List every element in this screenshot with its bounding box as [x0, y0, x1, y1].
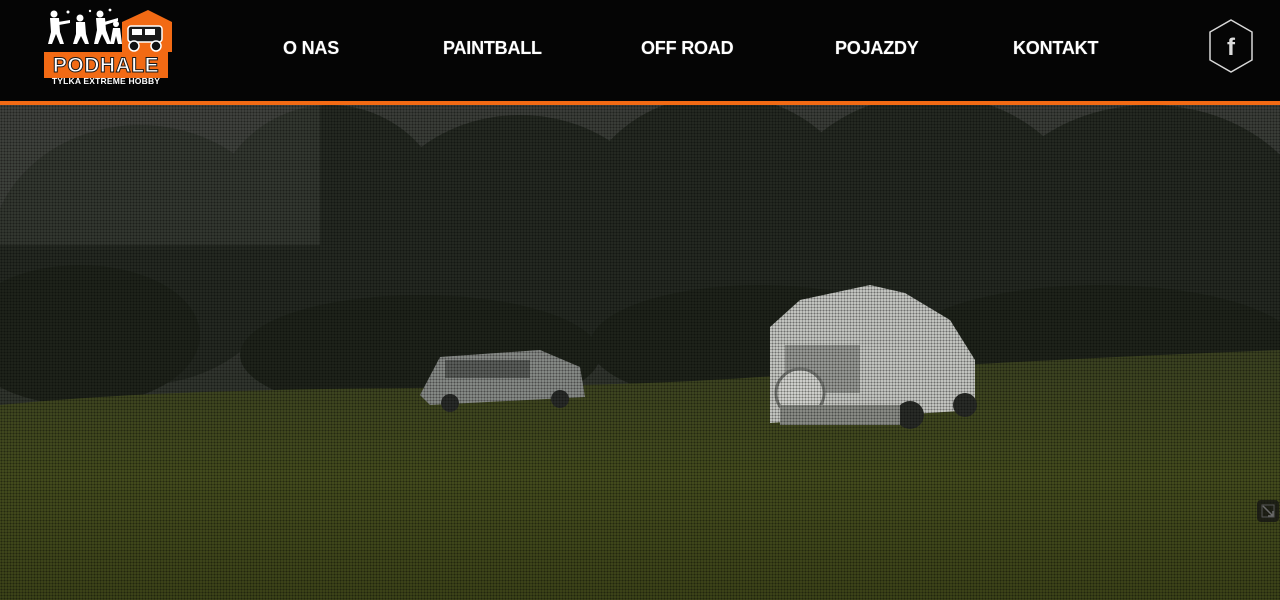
expand-button[interactable] [1257, 500, 1279, 522]
hero-video [0, 105, 1280, 600]
nav-item-pojazdy[interactable]: POJAZDY [835, 38, 919, 59]
nav-item-off-road[interactable]: OFF ROAD [641, 38, 734, 59]
nav-item-kontakt[interactable]: KONTAKT [1013, 38, 1098, 59]
site-header: PODHALE TYLKA EXTREME HOBBY O NAS PAINTB… [0, 0, 1280, 102]
nav-item-o-nas[interactable]: O NAS [283, 38, 339, 59]
logo-tagline: TYLKA EXTREME HOBBY [52, 76, 160, 86]
facebook-icon: f [1227, 34, 1236, 61]
hero-scene-image [0, 105, 1280, 600]
main-nav: O NAS PAINTBALL OFF ROAD POJAZDY KONTAKT [0, 38, 1280, 62]
nav-item-paintball[interactable]: PAINTBALL [443, 38, 542, 59]
page: PODHALE TYLKA EXTREME HOBBY O NAS PAINTB… [0, 0, 1280, 600]
expand-icon [1261, 504, 1275, 518]
facebook-link[interactable]: f [1207, 18, 1255, 74]
